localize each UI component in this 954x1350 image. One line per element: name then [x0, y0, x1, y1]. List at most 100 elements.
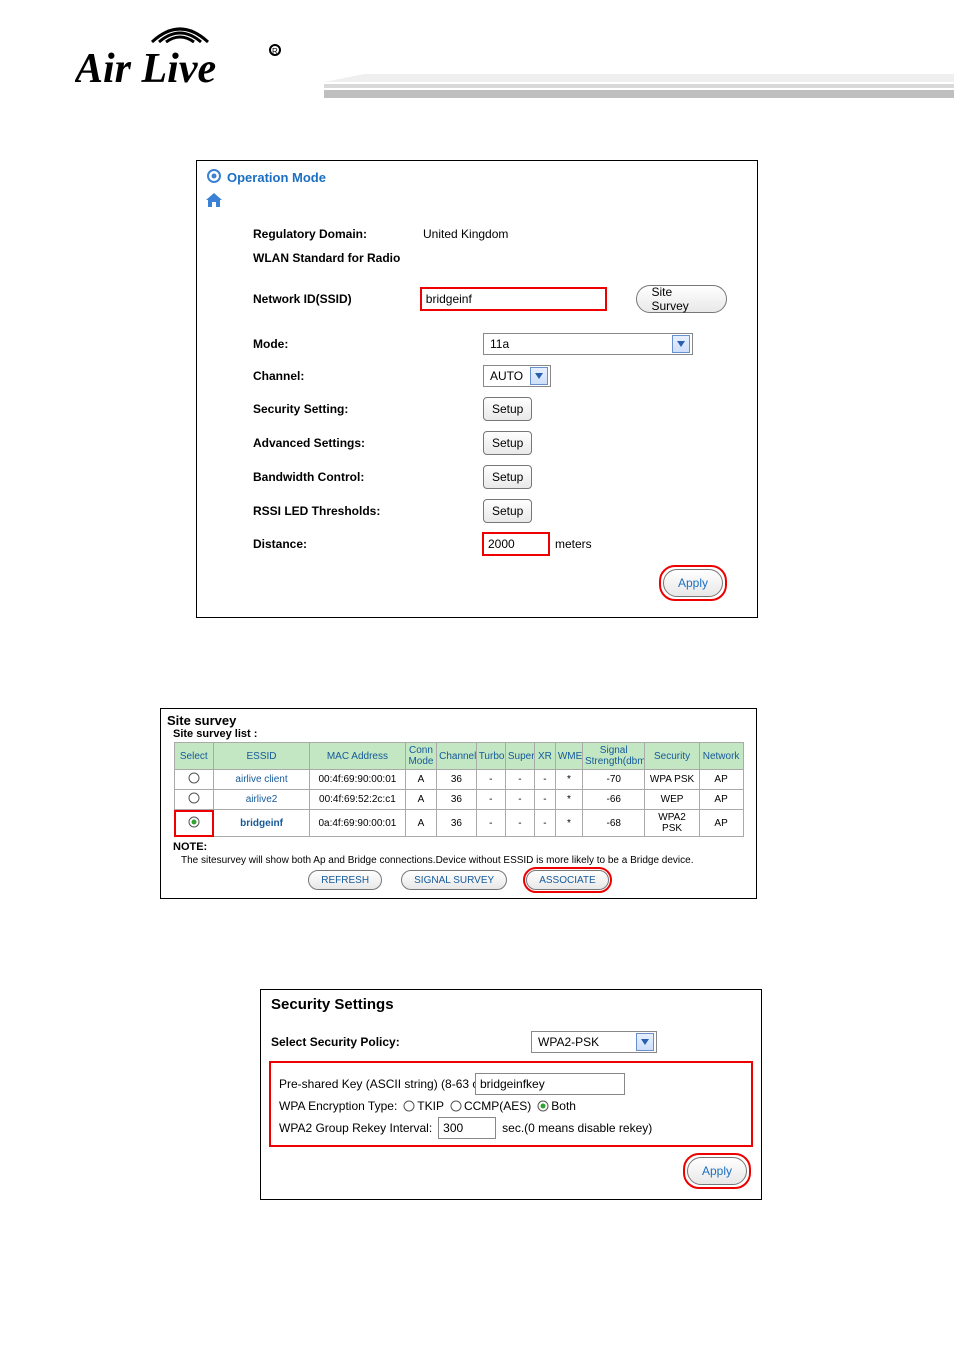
col-channel: Channel: [437, 743, 477, 770]
apply-button[interactable]: Apply: [663, 569, 723, 597]
table-header-row: Select ESSID MAC Address Conn Mode Chann…: [174, 743, 743, 770]
col-network: Network: [699, 743, 743, 770]
cell-net: AP: [699, 790, 743, 810]
ssid-input[interactable]: [421, 288, 607, 310]
chevron-down-icon: [636, 1033, 654, 1051]
rekey-suffix: sec.(0 means disable rekey): [502, 1121, 652, 1135]
table-row: airlive client00:4f:69:90:00:01A36---*-7…: [174, 770, 743, 790]
channel-select[interactable]: AUTO: [483, 365, 551, 387]
svg-text:Air Live: Air Live: [75, 46, 216, 92]
cell-turbo: -: [476, 790, 505, 810]
table-row: airlive200:4f:69:52:2c:c1A36---*-66WEPAP: [174, 790, 743, 810]
header-ribbon: [324, 70, 954, 110]
cell-xr: -: [535, 770, 556, 790]
apply-highlight: Apply: [659, 565, 727, 601]
distance-label: Distance:: [253, 537, 423, 551]
mode-label: Mode:: [253, 337, 423, 351]
cell-signal: -70: [582, 770, 645, 790]
bandwidth-control-label: Bandwidth Control:: [253, 470, 423, 484]
cell-conn: A: [405, 770, 436, 790]
cell-xr: -: [535, 790, 556, 810]
cell-essid: airlive2: [214, 790, 310, 810]
wlan-standard-label: WLAN Standard for Radio: [253, 251, 423, 265]
operation-mode-panel: Operation Mode Regulatory Domain: United…: [196, 160, 758, 618]
ccmp-radio-label: CCMP(AES): [464, 1099, 531, 1113]
psk-label: Pre-shared Key (ASCII string) (8-63 char…: [279, 1077, 469, 1091]
cell-essid: bridgeinf: [214, 810, 310, 837]
associate-button[interactable]: ASSOCIATE: [526, 870, 609, 890]
cell-conn: A: [405, 790, 436, 810]
site-survey-button[interactable]: Site Survey: [636, 285, 727, 313]
cell-conn: A: [405, 810, 436, 837]
row-select-cell[interactable]: [174, 810, 214, 837]
cell-mac: 00:4f:69:90:00:01: [309, 770, 405, 790]
channel-label: Channel:: [253, 369, 423, 383]
bandwidth-setup-button[interactable]: Setup: [483, 465, 532, 489]
cell-chan: 36: [437, 810, 477, 837]
svg-text:R: R: [272, 47, 278, 56]
cell-wme: *: [555, 770, 582, 790]
cell-super: -: [505, 790, 534, 810]
cell-sec: WEP: [645, 790, 699, 810]
signal-survey-button[interactable]: SIGNAL SURVEY: [401, 870, 507, 890]
mode-select[interactable]: 11a: [483, 333, 693, 355]
col-essid: ESSID: [214, 743, 310, 770]
tkip-radio-label: TKIP: [417, 1099, 444, 1113]
col-conn: Conn Mode: [405, 743, 436, 770]
refresh-button[interactable]: REFRESH: [308, 870, 382, 890]
brand-logo: Air Live R: [75, 20, 295, 98]
cell-essid: airlive client: [214, 770, 310, 790]
panel-title: Operation Mode: [227, 170, 326, 185]
rekey-label: WPA2 Group Rekey Interval:: [279, 1121, 432, 1135]
row-select-cell[interactable]: [174, 770, 214, 790]
cell-mac: 0a:4f:69:90:00:01: [309, 810, 405, 837]
home-icon[interactable]: [205, 192, 223, 211]
chevron-down-icon: [672, 335, 690, 353]
advanced-settings-label: Advanced Settings:: [253, 436, 423, 450]
apply-highlight: Apply: [683, 1153, 751, 1189]
cell-chan: 36: [437, 790, 477, 810]
bullet-icon: [207, 169, 221, 186]
cell-sec: WPA PSK: [645, 770, 699, 790]
site-survey-subtitle: Site survey list :: [161, 728, 756, 740]
col-security: Security: [645, 743, 699, 770]
cell-signal: -68: [582, 810, 645, 837]
reg-domain-value: United Kingdom: [423, 227, 508, 241]
both-radio[interactable]: Both: [537, 1099, 576, 1113]
psk-input[interactable]: [475, 1073, 625, 1095]
cell-mac: 00:4f:69:52:2c:c1: [309, 790, 405, 810]
col-xr: XR: [535, 743, 556, 770]
cell-xr: -: [535, 810, 556, 837]
security-policy-value: WPA2-PSK: [538, 1032, 599, 1052]
row-select-cell[interactable]: [174, 790, 214, 810]
cell-signal: -66: [582, 790, 645, 810]
cell-wme: *: [555, 810, 582, 837]
distance-input[interactable]: [483, 533, 549, 555]
security-setup-button[interactable]: Setup: [483, 397, 532, 421]
encryption-type-label: WPA Encryption Type:: [279, 1099, 397, 1113]
page-header: Air Live R: [0, 0, 954, 120]
security-apply-button[interactable]: Apply: [687, 1157, 747, 1185]
cell-super: -: [505, 770, 534, 790]
site-survey-title: Site survey: [161, 709, 756, 728]
security-policy-label: Select Security Policy:: [271, 1035, 451, 1049]
tkip-radio[interactable]: TKIP: [403, 1099, 444, 1113]
security-policy-select[interactable]: WPA2-PSK: [531, 1031, 657, 1053]
advanced-setup-button[interactable]: Setup: [483, 431, 532, 455]
security-red-box: Pre-shared Key (ASCII string) (8-63 char…: [271, 1063, 751, 1145]
security-settings-title: Security Settings: [271, 996, 751, 1013]
rekey-input[interactable]: [438, 1117, 496, 1139]
cell-turbo: -: [476, 810, 505, 837]
ssid-label: Network ID(SSID): [253, 292, 421, 306]
both-radio-label: Both: [551, 1099, 576, 1113]
cell-net: AP: [699, 770, 743, 790]
security-settings-panel: Security Settings Select Security Policy…: [260, 989, 762, 1200]
mode-select-value: 11a: [490, 334, 509, 354]
distance-unit: meters: [555, 537, 592, 551]
chevron-down-icon: [530, 367, 548, 385]
cell-super: -: [505, 810, 534, 837]
site-survey-table: Select ESSID MAC Address Conn Mode Chann…: [174, 742, 744, 837]
col-mac: MAC Address: [309, 743, 405, 770]
ccmp-radio[interactable]: CCMP(AES): [450, 1099, 531, 1113]
rssi-setup-button[interactable]: Setup: [483, 499, 532, 523]
